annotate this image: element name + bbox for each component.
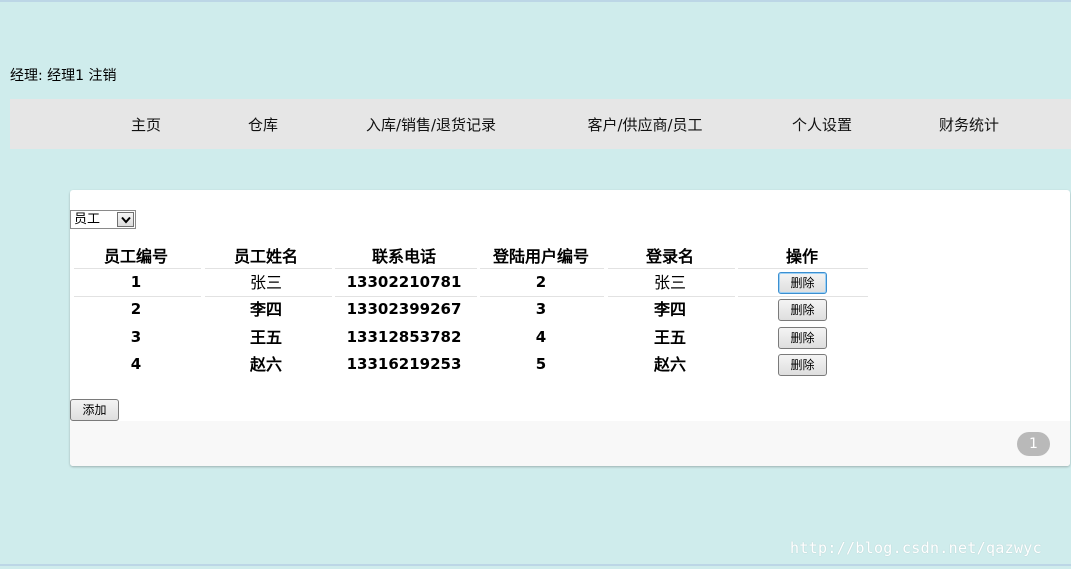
row-separator bbox=[738, 296, 868, 297]
cell-employee-name: 王五 bbox=[249, 328, 283, 347]
watermark-text: http://blog.csdn.net/qazwyc bbox=[790, 539, 1042, 557]
cell-employee-id: 1 bbox=[130, 273, 142, 291]
role-label: 经理: bbox=[10, 68, 43, 84]
header-separator bbox=[205, 268, 332, 269]
nav-item-warehouse[interactable]: 仓库 bbox=[248, 99, 278, 149]
header-separator bbox=[480, 268, 604, 269]
row-separator bbox=[480, 296, 604, 297]
column-header-phone: 联系电话 bbox=[371, 247, 437, 266]
add-button[interactable]: 添加 bbox=[70, 399, 119, 421]
column-header-login: 登录名 bbox=[645, 247, 695, 266]
row-separator bbox=[205, 296, 332, 297]
cell-employee-name: 李四 bbox=[249, 300, 283, 319]
employee-table: 员工编号 员工姓名 联系电话 登陆用户编号 登录名 操作 1 张三 133022… bbox=[70, 190, 1070, 410]
nav-item-records[interactable]: 入库/销售/退货记录 bbox=[366, 99, 496, 149]
logout-link[interactable]: 注销 bbox=[89, 68, 117, 84]
header-separator bbox=[335, 268, 477, 269]
cell-login-name: 张三 bbox=[653, 273, 687, 292]
cell-phone: 13312853782 bbox=[346, 328, 462, 346]
delete-button[interactable]: 删除 bbox=[778, 327, 827, 349]
pagination-bar bbox=[70, 421, 1070, 466]
nav-item-home[interactable]: 主页 bbox=[131, 99, 161, 149]
top-border bbox=[0, 0, 1071, 2]
cell-phone: 13302210781 bbox=[346, 273, 462, 291]
cell-login-name: 李四 bbox=[653, 300, 687, 319]
cell-user-id: 3 bbox=[535, 300, 547, 318]
cell-employee-id: 4 bbox=[130, 355, 142, 373]
column-header-id: 员工编号 bbox=[103, 247, 169, 266]
cell-login-name: 赵六 bbox=[653, 355, 687, 374]
cell-employee-name: 张三 bbox=[249, 273, 283, 292]
row-separator bbox=[335, 296, 477, 297]
cell-phone: 13302399267 bbox=[346, 300, 462, 318]
nav-item-finance[interactable]: 财务统计 bbox=[939, 99, 999, 149]
delete-button[interactable]: 删除 bbox=[778, 299, 827, 321]
delete-button[interactable]: 删除 bbox=[778, 354, 827, 376]
header-separator bbox=[738, 268, 868, 269]
row-separator bbox=[608, 296, 735, 297]
cell-employee-id: 3 bbox=[130, 328, 142, 346]
row-separator bbox=[74, 296, 201, 297]
cell-user-id: 5 bbox=[535, 355, 547, 373]
column-header-name: 员工姓名 bbox=[233, 247, 299, 266]
user-bar: 经理: 经理1 注销 bbox=[10, 67, 117, 85]
header-separator bbox=[74, 268, 201, 269]
page-number-button[interactable]: 1 bbox=[1017, 432, 1050, 456]
nav-item-settings[interactable]: 个人设置 bbox=[792, 99, 852, 149]
cell-employee-id: 2 bbox=[130, 300, 142, 318]
main-nav: 主页 仓库 入库/销售/退货记录 客户/供应商/员工 个人设置 财务统计 bbox=[10, 99, 1071, 149]
user-name: 经理1 bbox=[47, 68, 85, 84]
nav-item-contacts[interactable]: 客户/供应商/员工 bbox=[587, 99, 702, 149]
delete-button[interactable]: 删除 bbox=[778, 272, 827, 294]
bottom-border bbox=[0, 564, 1071, 566]
column-header-user-id: 登陆用户编号 bbox=[492, 247, 590, 266]
column-header-action: 操作 bbox=[785, 247, 819, 266]
cell-user-id: 2 bbox=[535, 273, 547, 291]
cell-login-name: 王五 bbox=[653, 328, 687, 347]
header-separator bbox=[608, 268, 735, 269]
cell-user-id: 4 bbox=[535, 328, 547, 346]
cell-phone: 13316219253 bbox=[346, 355, 462, 373]
content-panel: 员工 员工编号 员工姓名 联系电话 登陆用户编号 登录名 操作 1 张三 133… bbox=[70, 190, 1070, 466]
cell-employee-name: 赵六 bbox=[249, 355, 283, 374]
